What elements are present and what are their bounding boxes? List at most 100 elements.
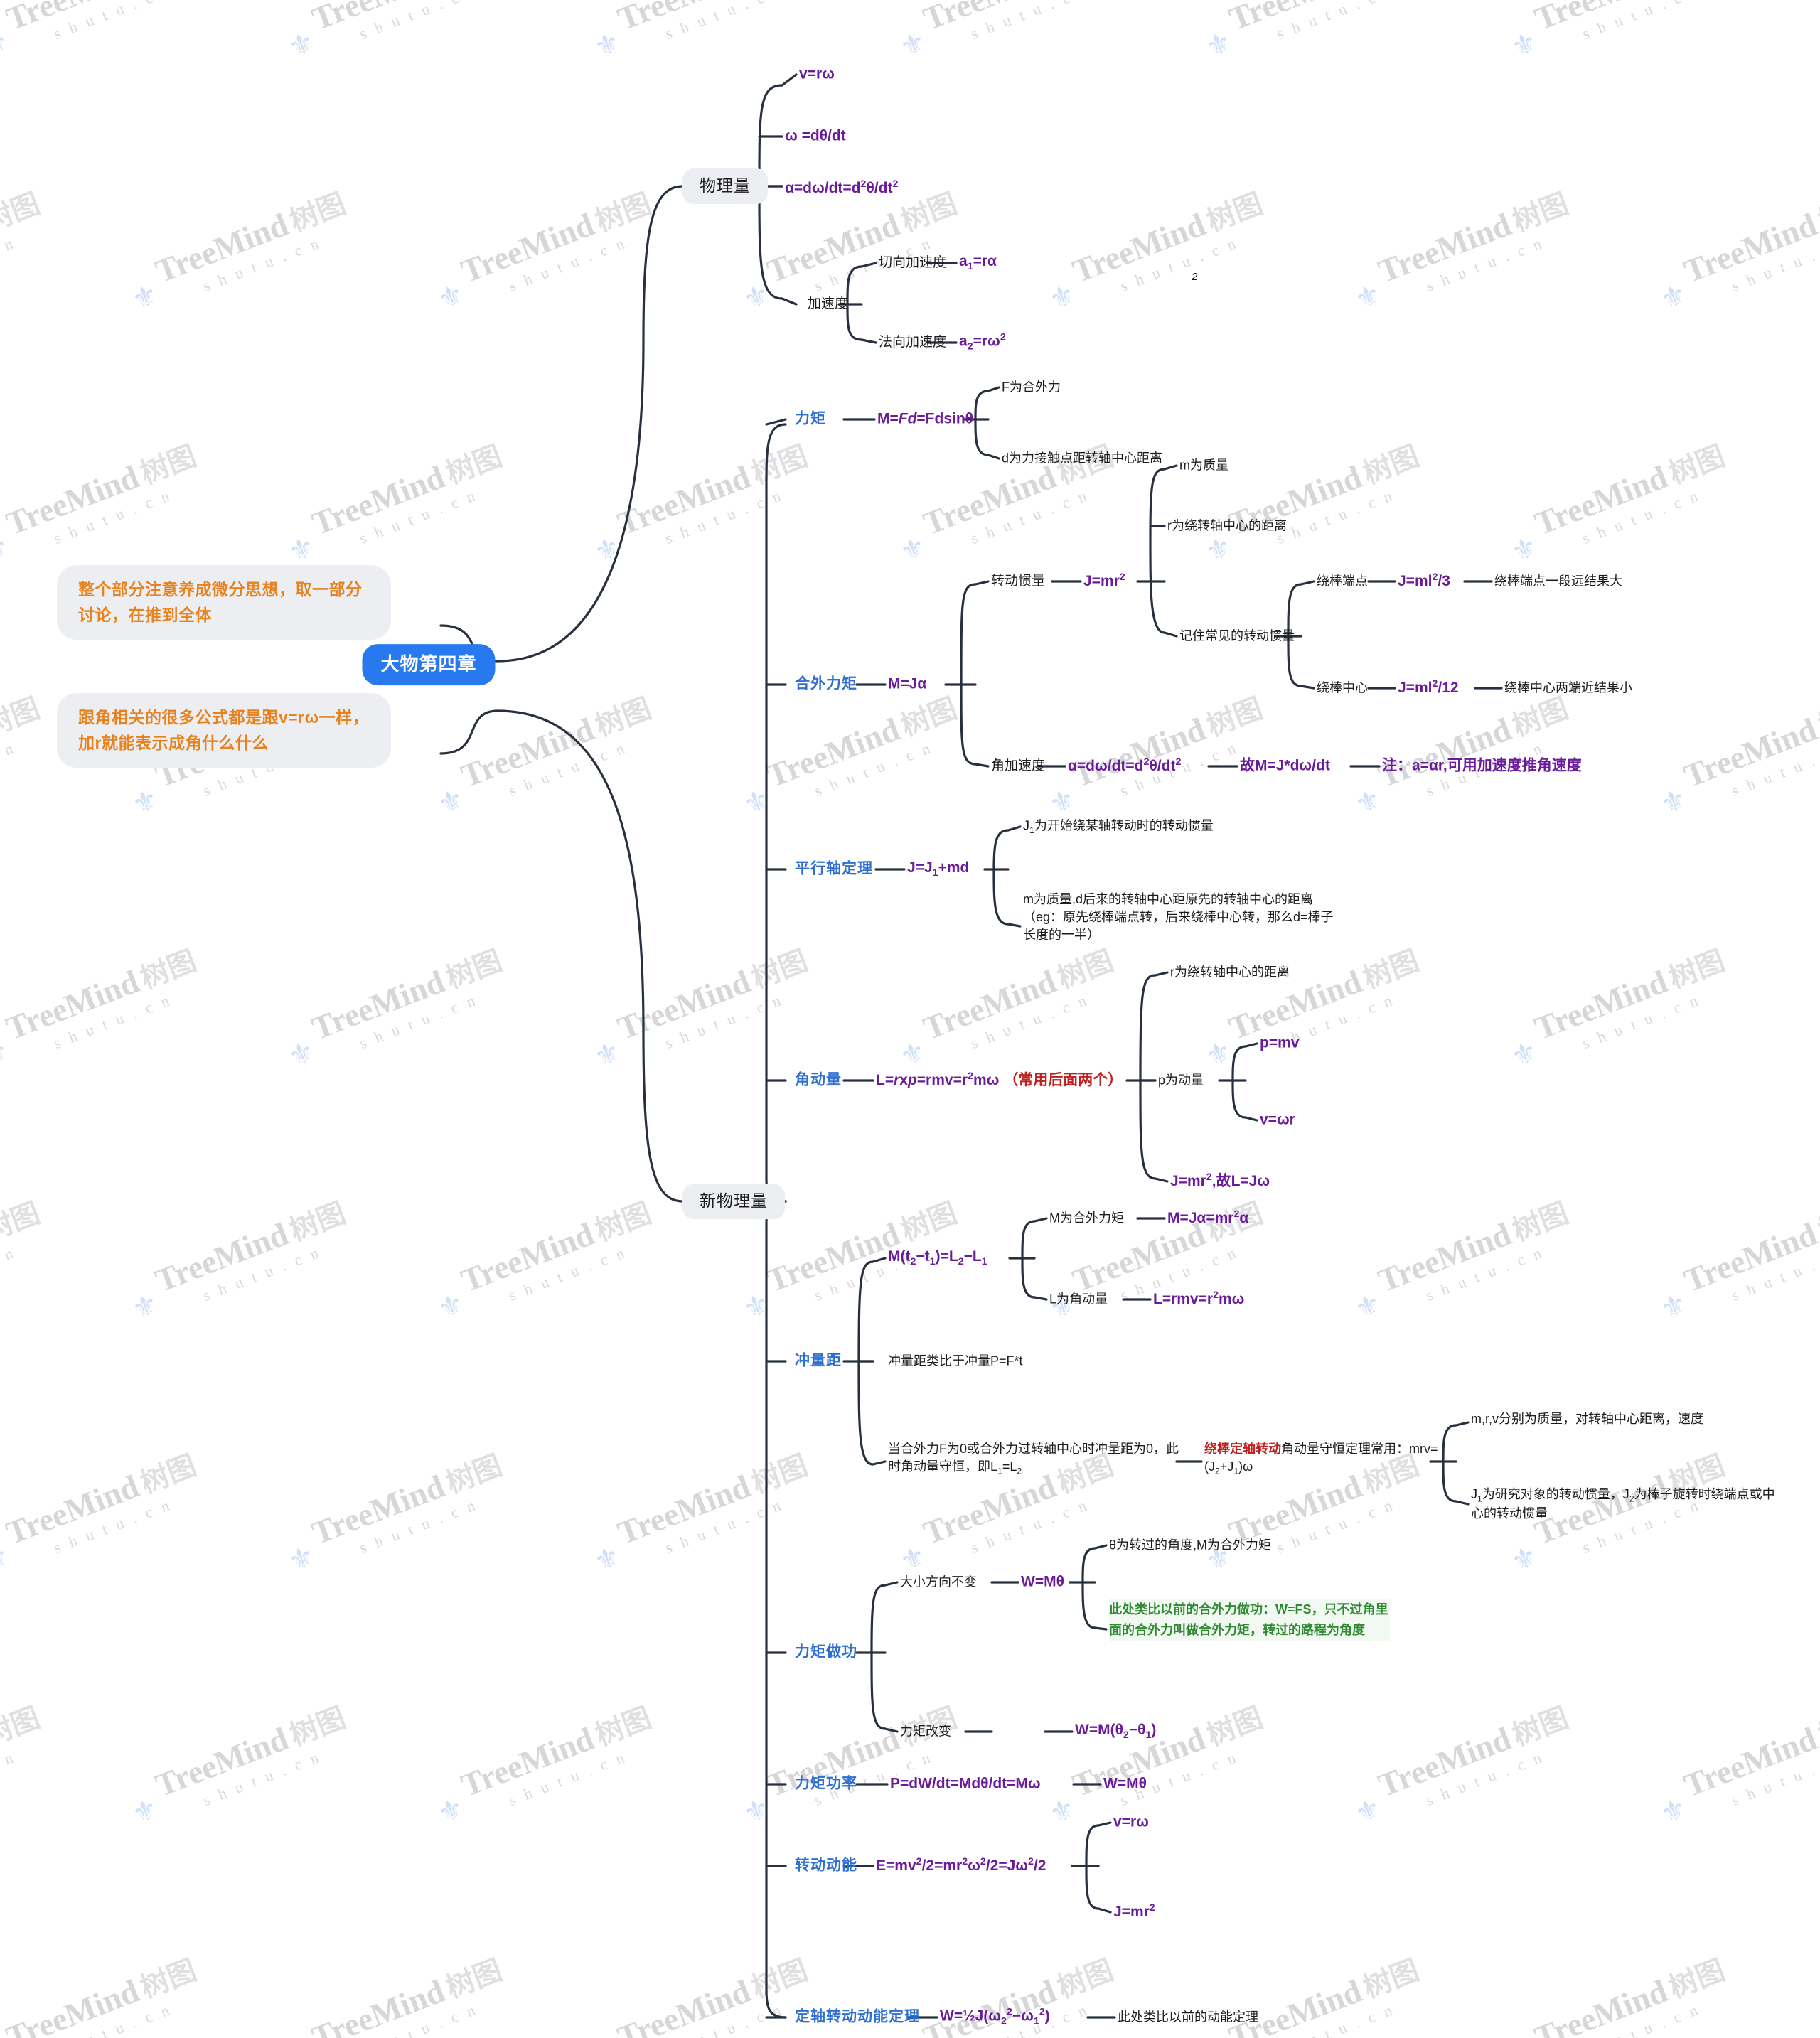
- formula-ke-J-mr2[interactable]: J=mr2: [1113, 1902, 1155, 1923]
- note-parallel-axis-J1[interactable]: J1为开始绕某轴转动时的转动惯量: [1023, 817, 1214, 836]
- category-torque[interactable]: 力矩: [795, 409, 826, 430]
- watermark-domain: shutu.cn: [1423, 231, 1553, 296]
- cactus-icon: ⚜: [1656, 1287, 1691, 1326]
- cactus-icon: ⚜: [1350, 278, 1386, 317]
- note-parallel-axis-d[interactable]: m为质量,d后来的转轴中心距原先的转轴中心的距离（eg：原先绕棒端点转，后来绕棒…: [1023, 891, 1343, 943]
- category-net-torque[interactable]: 合外力矩: [795, 675, 857, 695]
- cactus-icon: ⚜: [1656, 1792, 1691, 1831]
- note-inertia-r[interactable]: r为绕转轴中心的距离: [1167, 517, 1287, 535]
- watermark-tile: ⚜TreeMind树图shutu.cn: [590, 1442, 820, 1579]
- note-conservation-usage[interactable]: 绕棒定轴转动角动量守恒定理常用：mrv=(J2+J1)ω: [1204, 1440, 1439, 1477]
- label-M-net-torque[interactable]: M为合外力矩: [1049, 1210, 1124, 1228]
- note-card-angular[interactable]: 跟角相关的很多公式都是跟v=rω一样，加r就能表示成角什么什么: [57, 693, 391, 768]
- category-torque-work[interactable]: 力矩做功: [795, 1643, 857, 1663]
- label-acceleration[interactable]: 加速度: [808, 295, 848, 313]
- formula-tangential-acceleration[interactable]: a1=rα: [959, 252, 997, 274]
- watermark-tile: ⚜TreeMind树图shutu.cn: [1045, 1695, 1275, 1831]
- category-ke-theorem[interactable]: 定轴转动动能定理: [795, 2007, 920, 2028]
- formula-torque[interactable]: M=Fd=Fdsinθ: [877, 409, 973, 430]
- formula-rod-center[interactable]: J=ml2/12: [1398, 677, 1459, 699]
- cactus-icon: ⚜: [0, 26, 14, 65]
- branch-physics-quantities[interactable]: 物理量: [682, 168, 768, 204]
- formula-angular-acceleration-2[interactable]: α=dω/dt=d2θ/dt2: [1068, 756, 1181, 777]
- note-rod-end[interactable]: 绕棒端点一段远结果大: [1494, 573, 1622, 591]
- formula-angular-impulse[interactable]: M(t2−t1)=L2−L1: [888, 1247, 987, 1270]
- label-L-angular-momentum[interactable]: L为角动量: [1049, 1291, 1108, 1309]
- root-node[interactable]: 大物第四章: [362, 644, 496, 685]
- watermark-tile: ⚜TreeMind树图shutu.cn: [1656, 685, 1820, 822]
- formula-v-equals-r-omega[interactable]: v=rω: [799, 65, 835, 85]
- cactus-icon: ⚜: [1506, 1035, 1542, 1074]
- note-conservation-condition[interactable]: 当合外力F为0或合外力过转轴中心时冲量距为0，此时角动量守恒，即L1=L2: [888, 1440, 1183, 1477]
- note-torque-d[interactable]: d为力接触点距转轴中心距离: [1002, 450, 1162, 468]
- label-normal-acceleration[interactable]: 法向加速度: [879, 333, 946, 352]
- category-angular-impulse[interactable]: 冲量距: [795, 1351, 842, 1372]
- note-angular-momentum-r[interactable]: r为绕转轴中心的距离: [1170, 964, 1290, 982]
- label-angular-acceleration[interactable]: 角加速度: [991, 757, 1045, 776]
- category-angular-momentum[interactable]: 角动量: [795, 1071, 842, 1091]
- formula-rod-end[interactable]: J=ml2/3: [1398, 571, 1450, 592]
- note-card-differential[interactable]: 整个部分注意养成微分思想，取一部分讨论，在推到全体: [57, 565, 391, 640]
- formula-M-net-torque[interactable]: M=Jα=mr2α: [1167, 1208, 1248, 1229]
- formula-torque-power-derived[interactable]: W=Mθ: [1103, 1774, 1147, 1795]
- category-rotational-ke[interactable]: 转动动能: [795, 1856, 857, 1877]
- formula-L-equals-J-omega[interactable]: J=mr2,故L=Jω: [1170, 1171, 1270, 1192]
- label-rod-end[interactable]: 绕棒端点: [1317, 573, 1368, 591]
- formula-moment-of-inertia[interactable]: J=mr2: [1083, 571, 1125, 592]
- watermark-brand-cn: 树图: [1053, 945, 1118, 995]
- label-tangential-acceleration[interactable]: 切向加速度: [879, 254, 946, 272]
- branch-new-quantities[interactable]: 新物理量: [682, 1184, 785, 1219]
- formula-rotational-ke[interactable]: E=mv2/2=mr2ω2/2=Jω2/2: [876, 1855, 1046, 1877]
- formula-ke-v-r-omega[interactable]: v=rω: [1113, 1813, 1149, 1833]
- watermark-brand-cn: 树图: [441, 945, 507, 995]
- watermark-brand: TreeMind: [150, 205, 294, 290]
- watermark-domain: shutu.cn: [356, 988, 487, 1053]
- watermark-brand-cn: 树图: [285, 188, 350, 238]
- cactus-icon: ⚜: [1201, 530, 1236, 569]
- label-moment-of-inertia[interactable]: 转动惯量: [991, 572, 1045, 591]
- label-constant-torque[interactable]: 大小方向不变: [900, 1574, 977, 1592]
- watermark-domain: shutu.cn: [356, 483, 487, 548]
- note-torque-F[interactable]: F为合外力: [1002, 379, 1061, 397]
- note-angular-accel[interactable]: 注：a=αr,可用加速度推角速度: [1382, 756, 1582, 777]
- formula-L-angular-momentum[interactable]: L=rmv=r2mω: [1153, 1289, 1244, 1310]
- label-rod-center[interactable]: 绕棒中心: [1317, 680, 1368, 697]
- watermark-brand-cn: 树图: [136, 440, 201, 490]
- formula-angular-momentum[interactable]: L=rxp=rmv=r2mω （常用后面两个）: [876, 1070, 1123, 1091]
- formula-v-omega-r[interactable]: v=ωr: [1260, 1110, 1295, 1131]
- note-conservation-J[interactable]: J1为研究对象的转动惯量，J2为棒子旋转时绕端点或中心的转动惯量: [1471, 1486, 1784, 1523]
- formula-torque-power[interactable]: P=dW/dt=Mdθ/dt=Mω: [890, 1774, 1041, 1795]
- formula-angular-velocity[interactable]: ω =dθ/dt: [785, 127, 846, 147]
- cactus-icon: ⚜: [895, 26, 931, 65]
- watermark-brand: TreeMind: [1530, 0, 1672, 37]
- cactus-icon: ⚜: [1812, 26, 1820, 65]
- formula-changing-torque-work[interactable]: W=M(θ2−θ1): [1075, 1720, 1156, 1743]
- note-angular-momentum-p[interactable]: p为动量: [1158, 1072, 1204, 1090]
- label-changing-torque[interactable]: 力矩改变: [900, 1723, 951, 1741]
- note-impulse-analogy[interactable]: 冲量距类比于冲量P=F*t: [888, 1353, 1023, 1371]
- watermark-brand-cn: 树图: [896, 1197, 962, 1248]
- note-rod-center[interactable]: 绕棒中心两端近结果小: [1504, 680, 1632, 697]
- label-common-inertia[interactable]: 记住常见的转动惯量: [1179, 628, 1295, 645]
- note-torque-work-analogy[interactable]: 此处类比以前的合外力做功：W=FS，只不过角里面的合外力叫做合外力矩，转过的路程…: [1109, 1599, 1390, 1641]
- category-torque-power[interactable]: 力矩功率: [795, 1774, 857, 1795]
- watermark-domain: shutu.cn: [662, 483, 793, 548]
- watermark-domain: shutu.cn: [356, 1493, 487, 1557]
- formula-net-torque[interactable]: M=Jα: [888, 675, 926, 695]
- formula-momentum-p[interactable]: p=mv: [1260, 1034, 1299, 1054]
- note-theta-M[interactable]: θ为转过的角度,M为合外力矩: [1109, 1537, 1271, 1555]
- formula-parallel-axis[interactable]: J=J1+md: [907, 858, 969, 881]
- formula-derived-M[interactable]: 故M=J*dω/dt: [1240, 756, 1330, 777]
- cactus-icon: ⚜: [0, 1035, 14, 1074]
- category-parallel-axis[interactable]: 平行轴定理: [795, 859, 873, 880]
- watermark-brand: TreeMind: [1373, 1215, 1516, 1299]
- note-ke-theorem[interactable]: 此处类比以前的动能定理: [1118, 2009, 1258, 2027]
- watermark-brand: TreeMind: [307, 0, 449, 37]
- formula-ke-theorem[interactable]: W=½J(ω22−ω12): [940, 2006, 1050, 2029]
- formula-constant-torque-work[interactable]: W=Mθ: [1021, 1572, 1064, 1593]
- note-inertia-m[interactable]: m为质量: [1179, 457, 1228, 475]
- note-conservation-symbols[interactable]: m,r,v分别为质量，对转轴中心距离，速度: [1471, 1410, 1784, 1428]
- watermark-domain: shutu.cn: [505, 1240, 636, 1305]
- formula-angular-acceleration[interactable]: α=dω/dt=d2θ/dt2: [785, 178, 898, 199]
- formula-normal-acceleration[interactable]: a2=rω2: [959, 331, 1006, 355]
